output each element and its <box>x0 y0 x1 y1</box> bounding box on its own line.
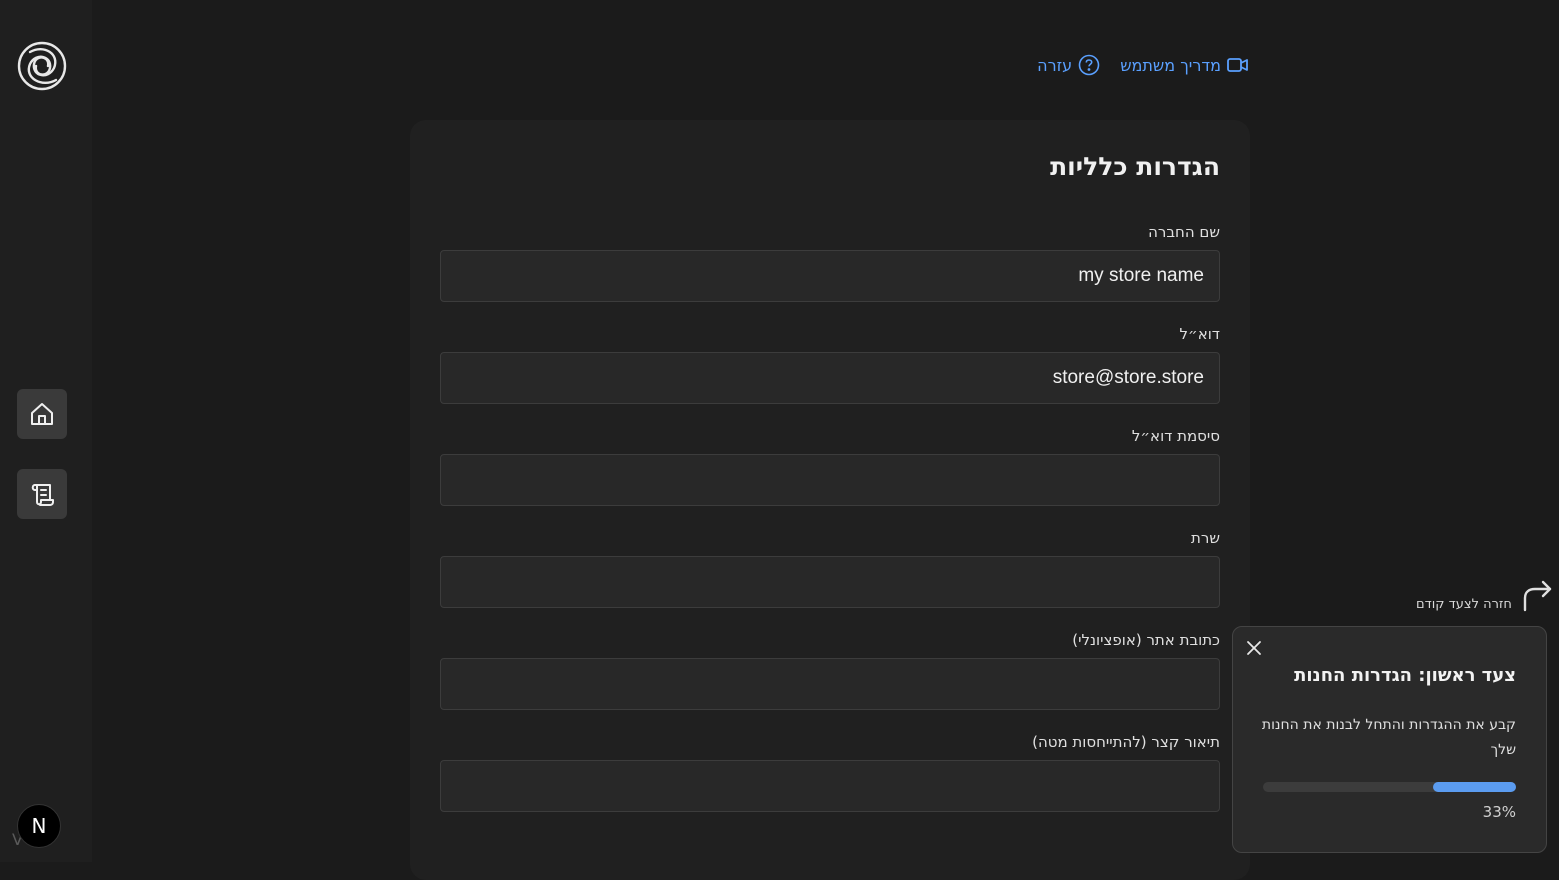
help-link[interactable]: עזרה <box>1037 54 1100 76</box>
knot-logo-icon[interactable] <box>16 40 68 92</box>
user-guide-link[interactable]: מדריך משתמש <box>1120 54 1249 76</box>
back-step-link[interactable]: חזרה לצעד קודם <box>1416 578 1554 612</box>
help-label: עזרה <box>1037 55 1073 75</box>
short-description-input[interactable] <box>440 760 1220 812</box>
curved-arrow-icon <box>1523 580 1552 612</box>
help-circle-icon <box>1078 54 1100 76</box>
progress-fill <box>1432 782 1516 792</box>
onboarding-popup: צעד ראשון: הגדרות החנות קבע את ההגדרות ו… <box>1232 626 1547 853</box>
user-guide-label: מדריך משתמש <box>1120 55 1221 75</box>
progress-bar <box>1263 782 1516 792</box>
video-icon <box>1227 58 1248 72</box>
page-title: הגדרות כלליות <box>1050 152 1220 181</box>
tour-description: קבע את ההגדרות והתחל לבנות את החנות שלך <box>1261 717 1516 758</box>
server-input[interactable] <box>440 556 1220 608</box>
settings-card: הגדרות כלליות שם החברה דוא״ל סיסמת דוא״ל… <box>410 120 1250 880</box>
email-label: דוא״ל <box>1179 325 1221 343</box>
email-password-label: סיסמת דוא״ל <box>1131 427 1220 445</box>
website-label: כתובת אתר (אופציונלי) <box>1072 631 1220 649</box>
back-step-label: חזרה לצעד קודם <box>1416 596 1512 612</box>
sidebar-scroll-button[interactable] <box>17 469 67 519</box>
header-links: מדריך משתמש עזרה <box>1037 54 1249 76</box>
home-icon <box>31 403 53 425</box>
email-password-input[interactable] <box>440 454 1220 506</box>
server-label: שרת <box>1191 529 1220 547</box>
website-input[interactable] <box>440 658 1220 710</box>
sidebar: V 1.6 N <box>0 0 92 862</box>
progress-text: 33% <box>1482 803 1516 821</box>
email-input[interactable] <box>440 352 1220 404</box>
n-badge[interactable]: N <box>17 804 61 848</box>
sidebar-home-button[interactable] <box>17 389 67 439</box>
tour-title: צעד ראשון: הגדרות החנות <box>1294 665 1516 686</box>
close-icon[interactable] <box>1245 639 1263 657</box>
company-name-input[interactable] <box>440 250 1220 302</box>
short-description-label: תיאור קצר (להתייחסות מטה) <box>1032 733 1220 751</box>
scroll-icon <box>31 484 54 506</box>
company-name-label: שם החברה <box>1148 223 1220 241</box>
